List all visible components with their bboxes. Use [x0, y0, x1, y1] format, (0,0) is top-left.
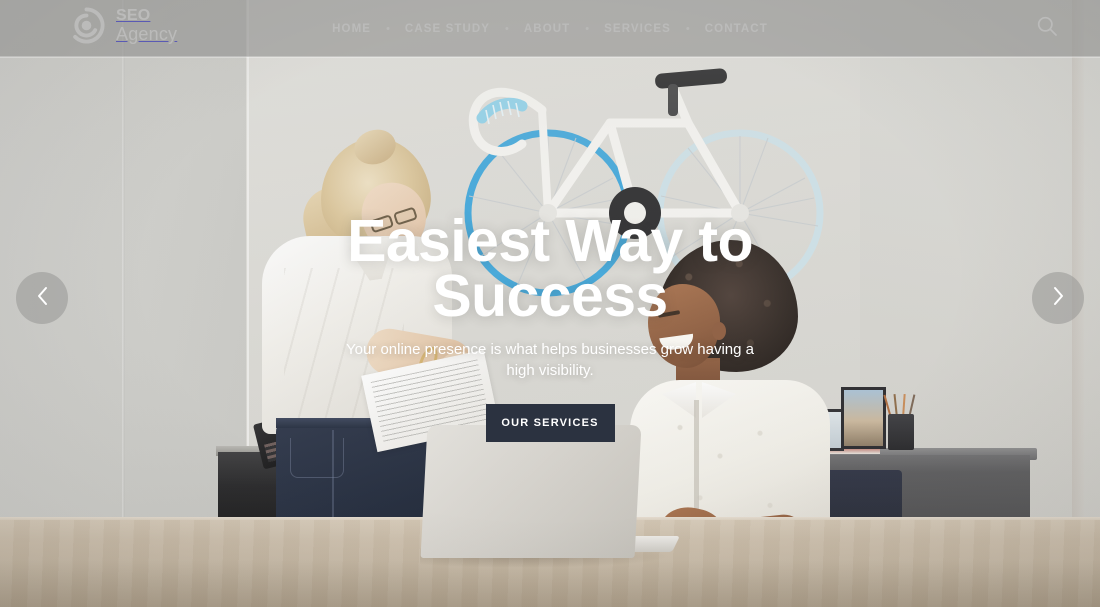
chevron-left-icon [35, 285, 50, 312]
site-header [0, 0, 1100, 57]
hero-slider-page: SEO Agency HOME • CASE STUDY • ABOUT • S… [0, 0, 1100, 607]
hero-title-line-2: Success [432, 263, 668, 330]
our-services-button[interactable]: OUR SERVICES [485, 403, 615, 442]
hero-title: Easiest Way to Success [270, 212, 830, 326]
hero-content: Easiest Way to Success Your online prese… [0, 0, 1100, 607]
chevron-right-icon [1051, 285, 1066, 312]
hero-subtitle: Your online presence is what helps busin… [345, 340, 755, 380]
header-divider [0, 56, 1100, 58]
slider-next-button[interactable] [1032, 272, 1084, 324]
slider-prev-button[interactable] [16, 272, 68, 324]
